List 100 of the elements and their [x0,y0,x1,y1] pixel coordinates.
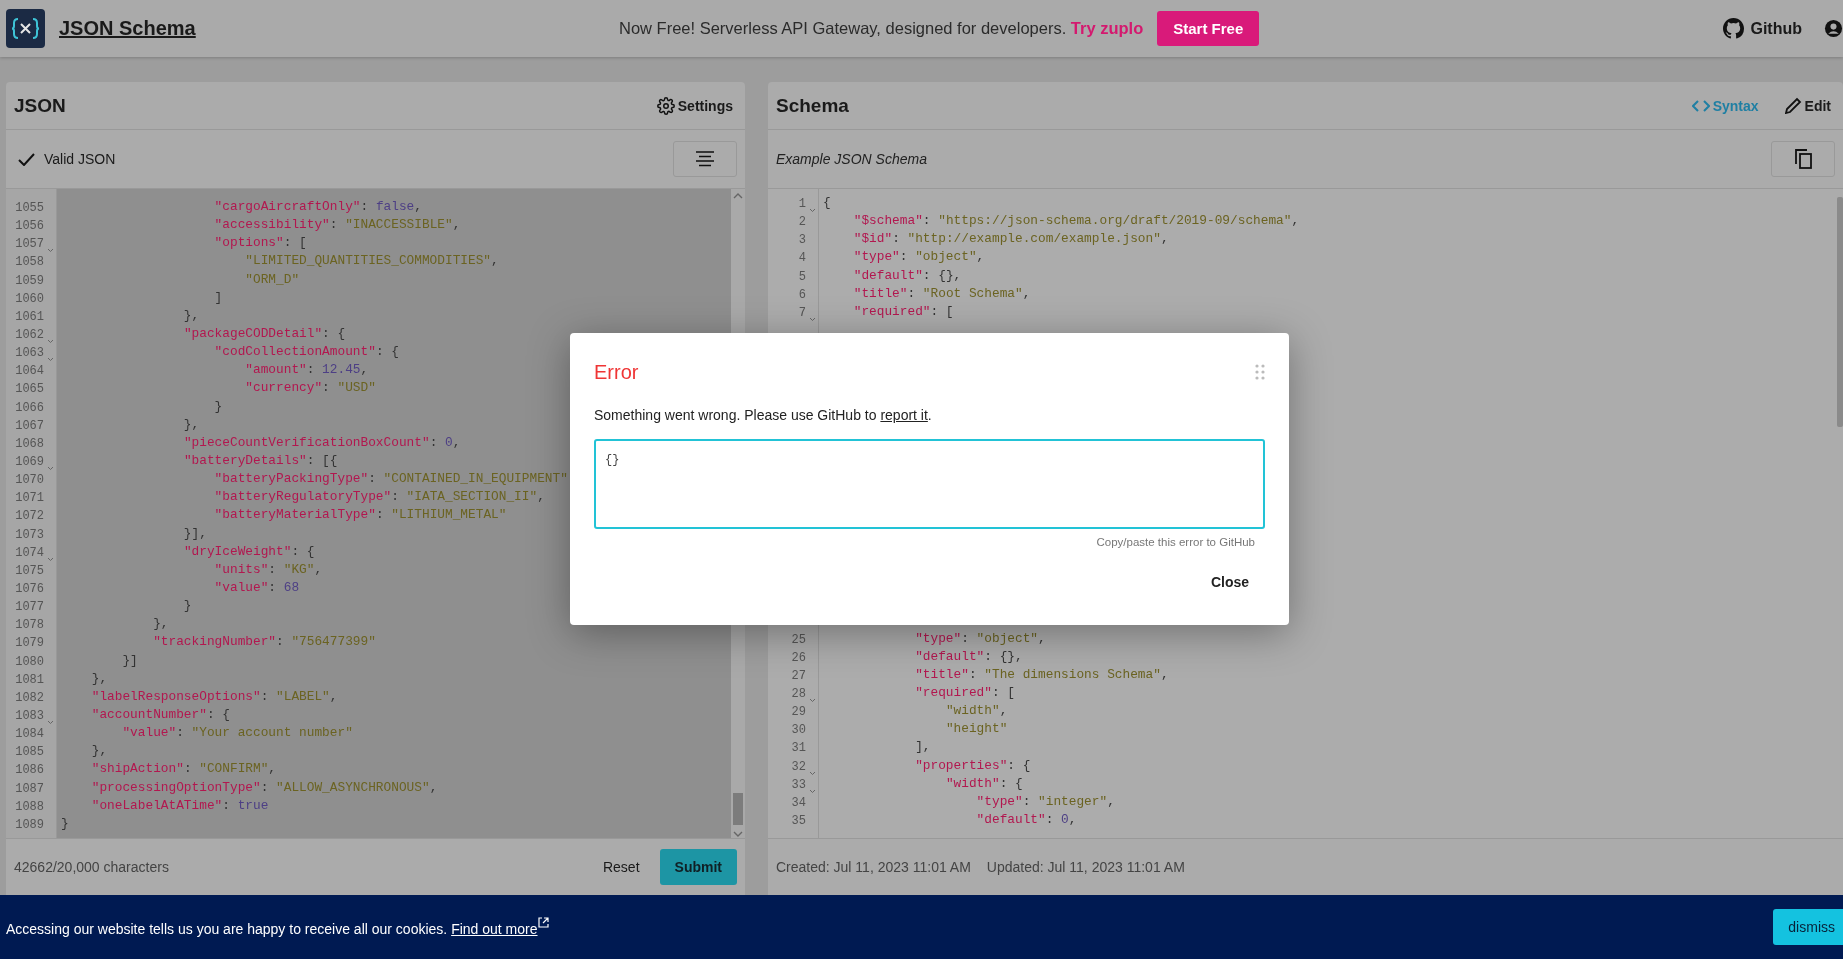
code-line: "labelResponseOptions": "LABEL", [90,688,338,706]
line-number: 1085 [15,745,44,760]
status-text: Valid JSON [44,151,116,167]
code-line: "amount": 12.45, [244,362,369,380]
reset-button[interactable]: Reset [598,853,644,881]
line-number: 1066 [15,400,44,415]
code-line: "default": 0, [975,811,1077,829]
fold-icon[interactable] [808,698,816,704]
line-number: 1077 [15,600,44,615]
code-line: } [213,398,223,416]
line-number: 28 [791,687,806,701]
line-number: 1070 [15,473,44,488]
code-line: "batteryMaterialType": "LITHIUM_METAL" [213,507,507,525]
line-number: 5 [798,269,806,284]
line-number: 1059 [15,273,44,288]
line-number: 1073 [15,527,44,542]
line-number: 31 [791,741,806,756]
fold-icon[interactable] [46,720,54,726]
line-number: 1067 [15,418,44,433]
line-number: 35 [791,814,806,828]
code-line: "$schema": "https://json-schema.org/draft/2019-09/schema", [852,213,1300,231]
format-button[interactable] [673,141,737,177]
settings-icon [656,96,675,115]
dismiss-button[interactable]: dismiss [1773,909,1843,945]
code-line: "codCollectionAmount": { [213,344,399,362]
settings-button[interactable]: Settings [652,96,737,115]
code-line: }, [182,416,200,434]
line-number: 3 [798,233,806,248]
pencil-icon [1784,97,1802,114]
code-line: "value": 68 [213,579,300,597]
created-date: Created: Jul 11, 2023 11:01 AM [776,859,971,875]
promo-text: Now Free! Serverless API Gateway, designed for developers. Try zuplo [619,19,1144,38]
submit-button[interactable]: Submit [659,849,737,885]
line-number: 1071 [15,491,44,506]
code-line: "options": [ [213,235,307,253]
line-number: 7 [798,305,806,320]
line-number: 1078 [15,618,44,633]
fold-icon[interactable] [808,770,816,776]
fold-icon[interactable] [808,317,816,322]
code-icon [1691,99,1710,112]
line-number: 2 [798,215,806,230]
line-number: 25 [791,632,806,647]
user-icon[interactable] [1824,19,1843,38]
copy-button[interactable] [1771,141,1835,177]
code-line: }], [182,525,207,543]
code-line: "ORM_D" [244,271,300,289]
line-number: 1082 [15,690,44,705]
fold-icon[interactable] [46,357,54,363]
code-line: }, [90,670,108,688]
panel-title: JSON [14,94,67,117]
drag-handle-icon[interactable] [1255,364,1265,380]
line-number: 1064 [15,364,44,379]
start-free-button[interactable]: Start Free [1157,11,1260,46]
code-line: "width": { [944,775,1023,793]
code-line: "title": "The dimensions Schema", [914,666,1169,684]
fold-icon[interactable] [808,788,816,794]
code-line: "batteryPackingType": "CONTAINED_IN_EQUIPMENT" [213,471,568,489]
github-icon [1723,18,1745,39]
line-number: 1055 [15,201,44,216]
line-number: 1084 [15,727,44,742]
line-number: 1076 [15,582,44,596]
report-link[interactable]: report it [880,407,928,423]
close-button[interactable]: Close [1194,566,1265,598]
line-number: 1058 [15,255,44,270]
edit-button[interactable]: Edit [1780,97,1835,114]
code-line: "batteryRegulatoryType": "IATA_SECTION_II", [213,489,545,507]
code-line: }] [121,652,138,670]
site-title[interactable]: JSON Schema [59,17,619,40]
line-number: 1080 [15,654,44,669]
dialog-message: Something went wrong. Please use GitHub to report it. [594,407,933,423]
code-line: "trackingNumber": "756477399" [152,634,376,652]
code-line: "oneLabelAtATime": true [90,797,269,815]
code-line: "type": "integer", [975,793,1115,811]
fold-icon[interactable] [46,466,54,472]
fold-icon[interactable] [46,248,54,254]
error-text-field[interactable]: {} [594,439,1265,529]
line-number: 1089 [15,817,44,832]
line-number: 1072 [15,509,44,524]
line-number: 32 [791,759,806,774]
code-line: ] [213,289,223,307]
line-number: 26 [791,650,806,665]
code-line: "packageCODDetail": { [182,326,346,343]
line-number: 1081 [15,672,44,687]
scrollbar[interactable] [1837,197,1843,427]
code-line: "units": "KG", [213,561,323,579]
line-number: 1087 [15,781,44,796]
fold-icon[interactable] [46,556,54,562]
code-line: "value": "Your account number" [121,725,353,743]
fold-icon[interactable] [808,208,816,214]
find-out-more-link[interactable]: Find out more [451,920,549,937]
code-line: "batteryDetails": [{ [182,452,338,470]
line-number: 1056 [15,219,44,234]
code-line: "required": [ [852,303,954,321]
panel-title: Schema [776,94,850,117]
code-line: "default": {}, [852,267,962,285]
github-link[interactable]: Github [1723,18,1802,39]
line-number: 1088 [15,799,44,814]
fold-icon[interactable] [46,339,54,345]
logo-icon[interactable] [6,9,45,48]
external-link-icon [537,917,549,929]
